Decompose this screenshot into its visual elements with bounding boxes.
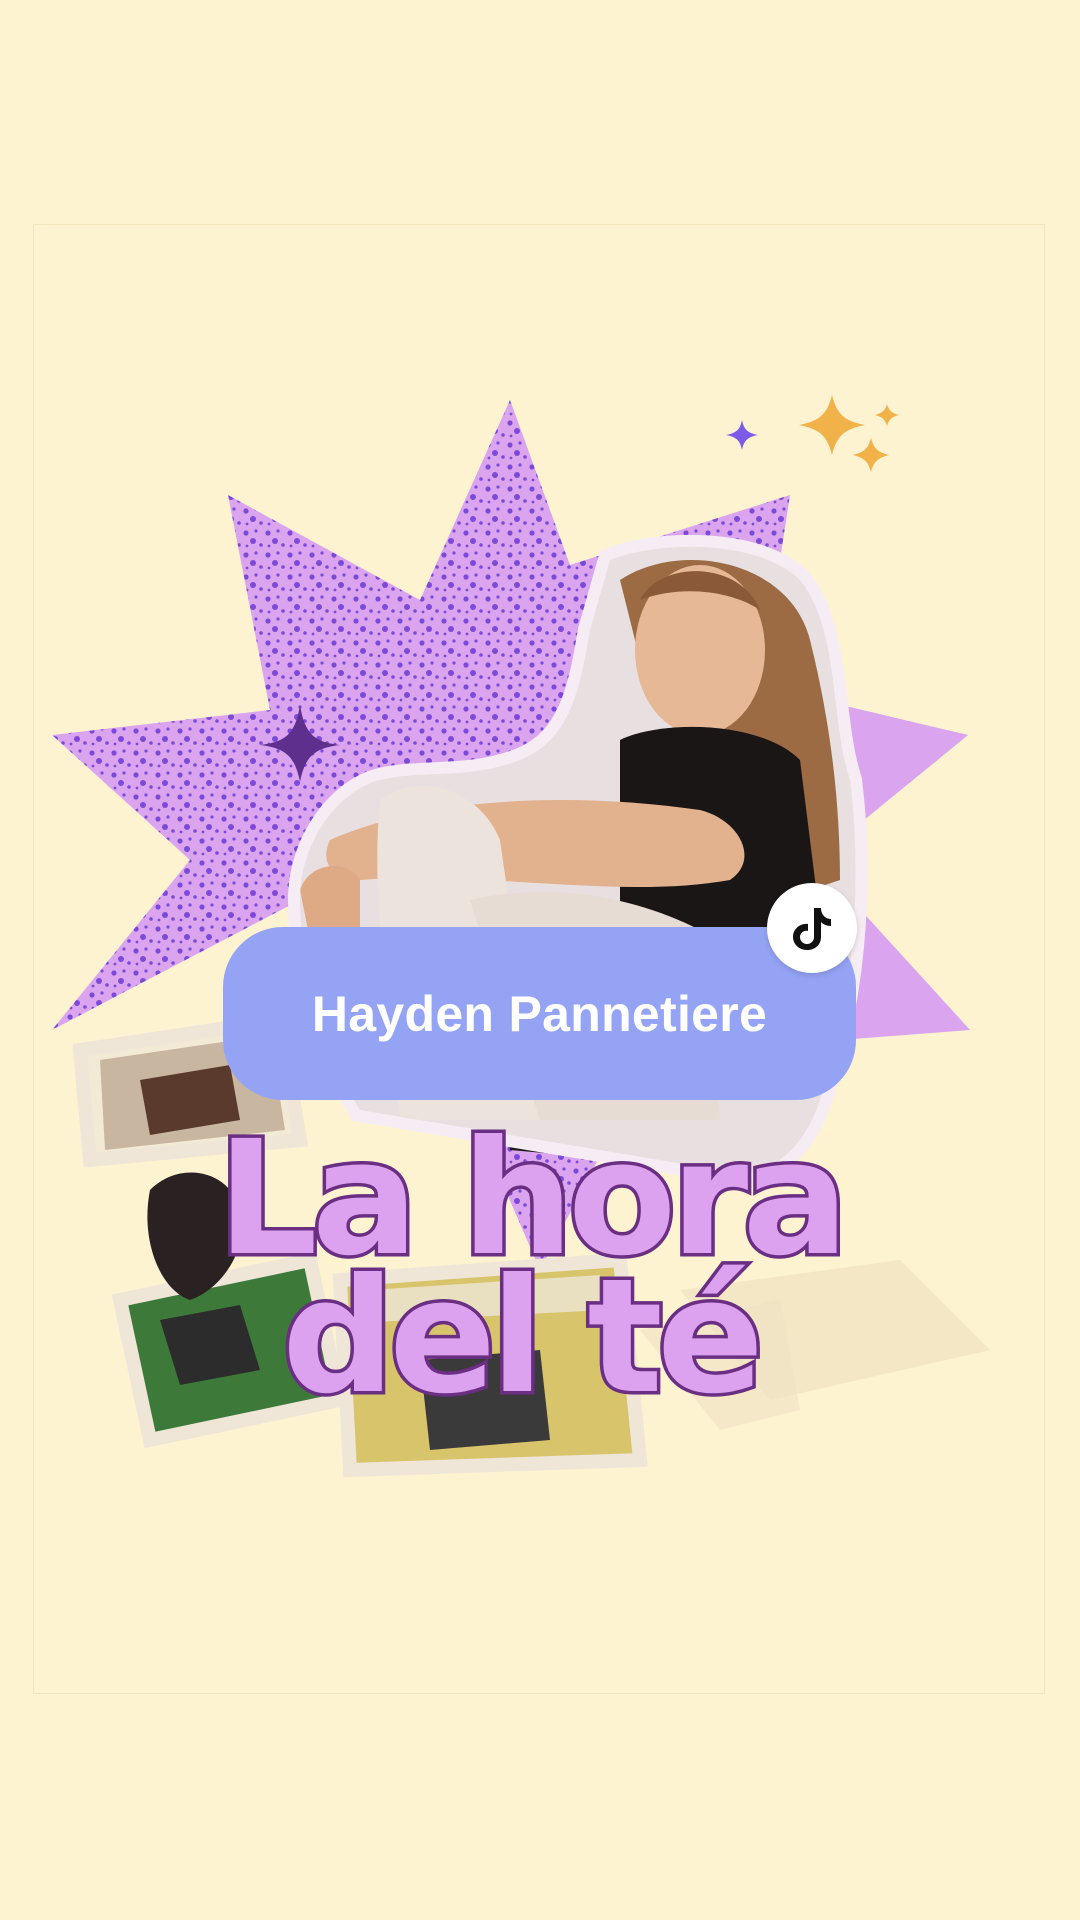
- sparkle-gold-small-icon: [875, 404, 899, 426]
- tiktok-badge[interactable]: [767, 883, 857, 973]
- sparkle-gold-large-icon: [799, 395, 865, 455]
- creator-name-pill: Hayden Pannetiere: [223, 927, 856, 1100]
- sparkle-gold-medium-icon: [853, 438, 889, 472]
- title-line-2: del té: [278, 1245, 767, 1429]
- tiktok-icon: [793, 908, 831, 950]
- sparkle-purple-icon: [726, 420, 758, 450]
- creator-name: Hayden Pannetiere: [311, 985, 768, 1042]
